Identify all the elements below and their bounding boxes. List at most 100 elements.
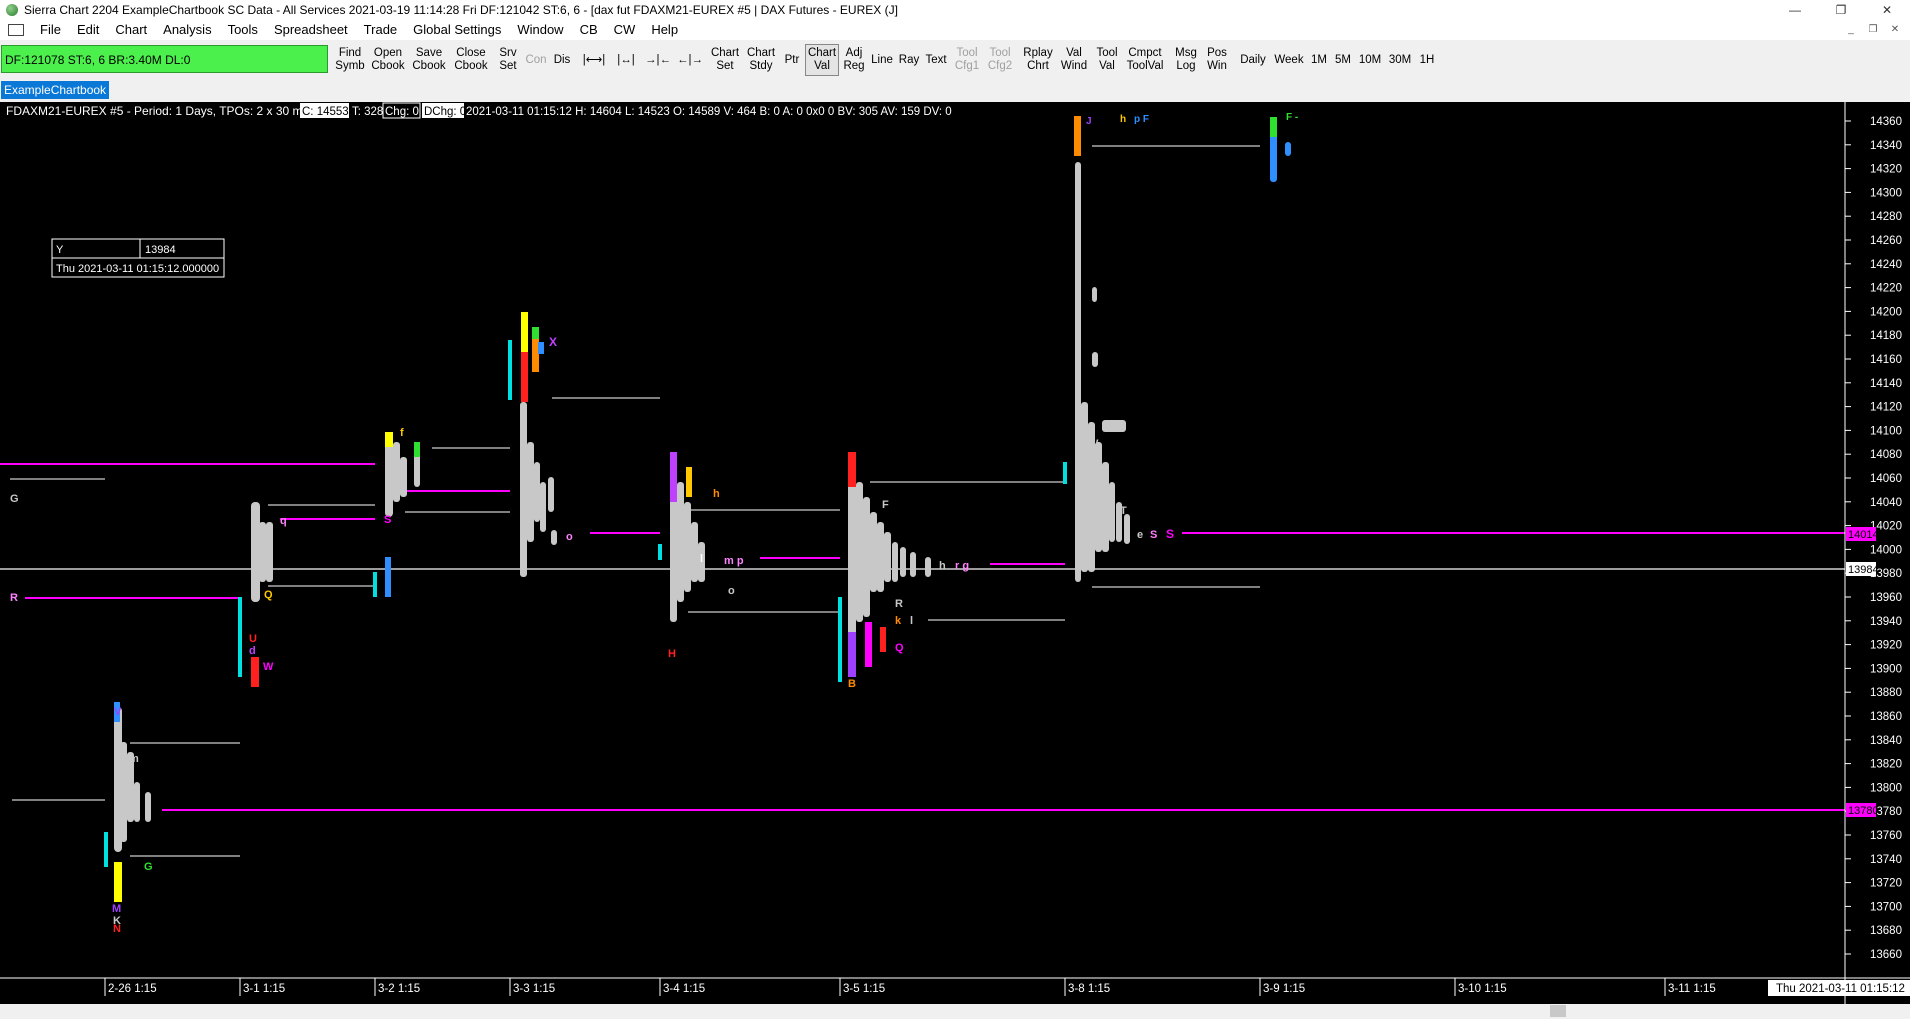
replay-chart-button[interactable]: Rplay Chrt [1020,44,1056,76]
value-box-y-label: Y [56,244,64,256]
tpo-profile-column [856,482,863,622]
svg-text:U: U [249,633,257,645]
minimize-button[interactable]: — [1772,0,1818,20]
menu-help[interactable]: Help [643,20,686,40]
tpo-profile-column [1095,442,1102,552]
date-label: 3-2 1:15 [378,983,420,995]
svg-text:F -: F - [1286,112,1298,123]
menu-cw[interactable]: CW [606,20,644,40]
mdi-controls: _ ❐ ✕ [1840,20,1906,40]
tool-config2-button[interactable]: Tool Cfg2 [985,44,1015,76]
tpo-profile-column [1124,514,1130,544]
restore-button[interactable]: ❐ [1818,0,1864,20]
date-cursor: Thu 2021-03-11 01:15:12 [1776,983,1905,995]
svg-text:k: k [895,615,902,627]
message-log-button[interactable]: Msg Log [1172,44,1200,76]
pointer-tool-button[interactable]: Ptr [780,44,804,76]
tpo-profile-column [259,522,266,582]
tpo-profile-column [880,627,886,652]
tpo-profile-column [114,862,122,902]
chart-values-button[interactable]: Chart Val [805,44,839,76]
menu-spreadsheet[interactable]: Spreadsheet [266,20,356,40]
chart-settings-button[interactable]: Chart Set [708,44,742,76]
tpo-profile-column [870,512,877,592]
chart-studies-button[interactable]: Chart Stdy [744,44,778,76]
tool-config1-button[interactable]: Tool Cfg1 [952,44,982,76]
close-chartbook-button[interactable]: Close Cbook [451,44,491,76]
10m-timeframe-button[interactable]: 10M [1356,44,1384,76]
svg-text:h: h [1120,114,1126,125]
tpo-profile-column [900,547,906,577]
date-label: 2-26 1:15 [108,983,157,995]
open-chartbook-button[interactable]: Open Cbook [369,44,407,76]
menu-window[interactable]: Window [509,20,571,40]
menu-edit[interactable]: Edit [69,20,107,40]
5m-timeframe-button[interactable]: 5M [1332,44,1354,76]
tpo-profile-column [373,572,377,597]
weekly-timeframe-button[interactable]: Week [1272,44,1306,76]
tool-values-button[interactable]: Tool Val [1092,44,1122,76]
chart-area[interactable]: FDAXM21-EUREX #5 - Period: 1 Days, TPOs:… [0,102,1910,1004]
svg-text:h: h [939,560,946,572]
expand-chart-icon[interactable]: ←|→ [676,44,704,76]
price-label: 14240 [1870,259,1902,271]
price-label: 13760 [1870,830,1902,842]
tpo-chart-canvas[interactable]: FDAXM21-EUREX #5 - Period: 1 Days, TPOs:… [0,102,1910,1004]
svg-text:m: m [129,753,139,765]
1h-timeframe-button[interactable]: 1H [1416,44,1438,76]
adjust-region-button[interactable]: Adj Reg [840,44,868,76]
tpo-profile-column [540,482,546,532]
scrollbar-thumb[interactable] [1550,1005,1566,1017]
compact-tool-values-button[interactable]: Cmpct ToolVal [1124,44,1166,76]
ray-tool-button[interactable]: Ray [897,44,921,76]
tpo-profile-column [925,557,931,577]
horizontal-scrollbar[interactable] [0,1004,1910,1019]
connect-button[interactable]: Con [523,44,549,76]
svg-text:r g: r g [955,560,969,572]
tpo-profile-column [670,452,677,502]
tpo-profile-column [1285,142,1291,156]
price-label: 14300 [1870,187,1902,199]
mdi-minimize-button[interactable]: _ [1840,20,1862,40]
compress-chart-icon[interactable]: →|← [644,44,672,76]
decrease-bar-spacing-icon[interactable]: |⟷| [580,44,608,76]
menu-cb[interactable]: CB [572,20,606,40]
menu-file[interactable]: File [32,20,69,40]
save-chartbook-button[interactable]: Save Cbook [410,44,448,76]
server-settings-button[interactable]: Srv Set [494,44,522,76]
tpo-profile-column [658,544,662,560]
window-menu-icon[interactable] [8,24,24,36]
menu-trade[interactable]: Trade [356,20,405,40]
menu-chart[interactable]: Chart [107,20,155,40]
30m-timeframe-button[interactable]: 30M [1386,44,1414,76]
tpo-profile-column [548,477,554,512]
menu-analysis[interactable]: Analysis [155,20,219,40]
price-label: 13800 [1870,782,1902,794]
menu-global-settings[interactable]: Global Settings [405,20,509,40]
svg-text:N: N [113,923,121,935]
positions-window-button[interactable]: Pos Win [1203,44,1231,76]
tpo-profile-column [848,452,856,487]
price-label: 13680 [1870,925,1902,937]
disconnect-button[interactable]: Dis [550,44,574,76]
close-button[interactable]: ✕ [1864,0,1910,20]
1m-timeframe-button[interactable]: 1M [1308,44,1330,76]
daily-timeframe-button[interactable]: Daily [1236,44,1270,76]
chartbook-tabstrip [0,80,1910,102]
line-tool-button[interactable]: Line [869,44,895,76]
tpo-profile-column [532,327,539,339]
tpo-profile-column [1075,162,1081,582]
text-tool-button[interactable]: Text [923,44,949,76]
values-window-button[interactable]: Val Wind [1058,44,1090,76]
menu-tools[interactable]: Tools [220,20,266,40]
mdi-close-button[interactable]: ✕ [1884,20,1906,40]
svg-text:S: S [1166,527,1174,541]
price-label: 14200 [1870,306,1902,318]
date-label: 3-3 1:15 [513,983,555,995]
price-label: 13920 [1870,640,1902,652]
mdi-restore-button[interactable]: ❐ [1862,20,1884,40]
svg-text:f: f [400,427,404,439]
increase-bar-spacing-icon[interactable]: |↔| [612,44,640,76]
find-symbol-button[interactable]: Find Symb [333,44,367,76]
chartbook-tab[interactable]: ExampleChartbook [1,81,109,99]
